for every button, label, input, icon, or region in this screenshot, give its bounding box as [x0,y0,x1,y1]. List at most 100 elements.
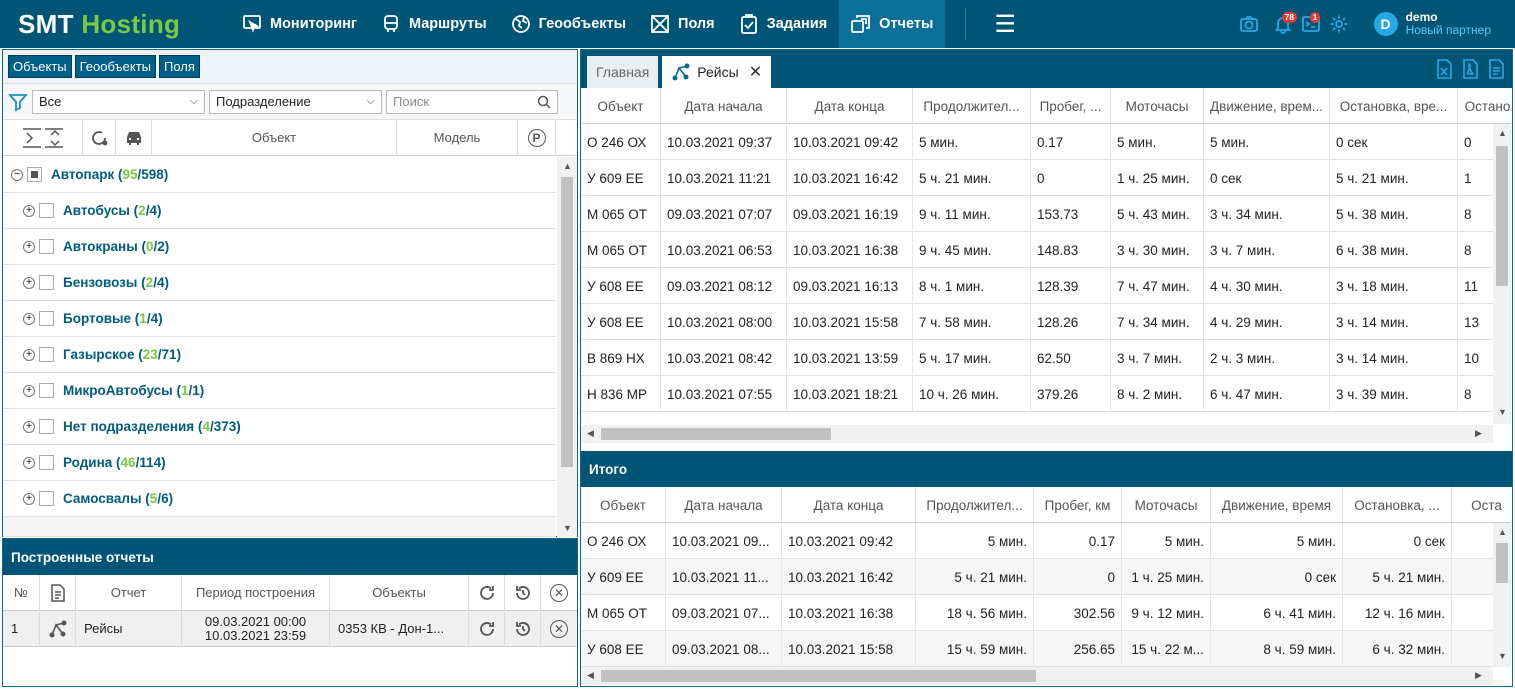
tree-group[interactable]: + Автобусы (2/4) [3,193,556,229]
table-row[interactable]: О 246 ОХ 10.03.2021 09... 10.03.2021 09:42… [581,523,1511,559]
tree-group[interactable]: + Бензовозы (2/4) [3,265,556,301]
terminal-icon[interactable]: 1 [1298,11,1324,37]
expand-icon[interactable]: + [23,204,35,217]
scrollbar-thumb[interactable] [1496,146,1508,286]
search-input[interactable]: Поиск [386,89,558,114]
trips-vertical-scrollbar[interactable]: ▲ ▼ [1493,124,1511,424]
logo[interactable]: SMT Hosting [0,9,230,40]
checkbox[interactable] [39,383,54,398]
column-header[interactable]: Дата начала [661,88,787,124]
refresh-all-icon[interactable] [469,574,505,611]
expand-icon[interactable]: + [23,312,35,325]
column-header[interactable]: Продолжител... [913,88,1031,124]
table-row[interactable]: У 609 ЕЕ 10.03.2021 11:21 10.03.2021 16:42… [581,160,1511,196]
scroll-right-icon[interactable]: ▶ [1475,670,1482,681]
car-icon[interactable] [116,119,152,156]
tree-group[interactable]: + Бортовые (1/4) [3,301,556,337]
scrollbar-thumb[interactable] [561,177,573,467]
expand-icon[interactable]: + [23,240,35,253]
division-select[interactable]: Подразделение ⌵ [209,89,382,114]
column-header[interactable]: Остано [1458,88,1511,124]
close-all-icon[interactable]: ✕ [541,575,577,611]
scroll-down-icon[interactable]: ▼ [563,523,572,533]
rebuild-icon[interactable] [469,610,505,647]
close-tab-icon[interactable]: ✕ [749,62,762,82]
checkbox[interactable] [27,167,42,182]
column-header[interactable]: Пробег, км [1034,487,1122,523]
excel-export-icon[interactable] [1434,59,1454,79]
status-select[interactable]: Все ⌵ [32,89,205,114]
nav-field[interactable]: Поля [638,0,727,48]
scroll-right-icon[interactable]: ▶ [1475,428,1482,439]
tree-group[interactable]: + Газырское (23/71) [3,337,556,373]
column-header[interactable]: Остановка, ... [1343,487,1452,523]
pdf-export-icon[interactable] [1460,59,1480,79]
delete-report-icon[interactable]: ✕ [541,611,577,647]
expand-collapse-icon[interactable] [3,119,83,156]
tab-fields[interactable]: Поля [159,55,200,78]
column-header[interactable]: Движение, врем... [1204,88,1330,124]
table-row[interactable]: У 608 ЕЕ 09.03.2021 08:12 09.03.2021 16:13… [581,268,1511,304]
tree-group[interactable]: + Нет подразделения (4/373) [3,409,556,445]
refresh-status-icon[interactable] [83,119,116,156]
checkbox[interactable] [39,275,54,290]
gear-icon[interactable] [1326,11,1352,37]
expand-icon[interactable]: + [23,456,35,469]
scrollbar-thumb[interactable] [1496,543,1508,583]
checkbox[interactable] [39,311,54,326]
collapse-icon[interactable]: − [11,168,23,181]
table-row[interactable]: О 246 ОХ 10.03.2021 09:37 10.03.2021 09:42… [581,124,1511,160]
column-header[interactable]: Объект [581,88,661,124]
column-header[interactable]: Оста [1452,487,1511,523]
scroll-down-icon[interactable]: ▼ [1498,407,1507,417]
column-header[interactable]: Продолжител... [916,487,1034,523]
text-export-icon[interactable] [1486,59,1506,79]
tree-group[interactable]: + Самосвалы (5/6) [3,481,556,517]
scroll-up-icon[interactable]: ▲ [563,161,572,171]
column-header[interactable]: Дата конца [782,487,916,523]
column-header[interactable]: Движение, время [1211,487,1343,523]
totals-horizontal-scrollbar[interactable]: ◀ ▶ [581,667,1493,685]
scroll-left-icon[interactable]: ◀ [587,428,594,439]
tree-group[interactable]: + МикроАвтобусы (1/1) [3,373,556,409]
column-header[interactable]: Дата начала [666,487,782,523]
bell-icon[interactable]: 78 [1270,11,1298,37]
history-icon[interactable] [505,610,541,647]
table-row[interactable]: М 065 ОТ 09.03.2021 07:07 09.03.2021 16:19… [581,196,1511,232]
scroll-up-icon[interactable]: ▲ [1498,527,1507,537]
history-icon[interactable] [505,574,541,611]
expand-icon[interactable]: + [23,348,35,361]
table-row[interactable]: У 608 ЕЕ 09.03.2021 08... 10.03.2021 15:58… [581,631,1511,667]
checkbox[interactable] [39,347,54,362]
expand-icon[interactable]: + [23,384,35,397]
checkbox[interactable] [39,491,54,506]
checkbox[interactable] [39,455,54,470]
camera-icon[interactable] [1236,11,1262,37]
scroll-down-icon[interactable]: ▼ [1498,651,1507,661]
expand-icon[interactable]: + [23,492,35,505]
scroll-up-icon[interactable]: ▲ [1498,128,1507,138]
tab-main[interactable]: Главная [587,56,659,88]
built-report-row[interactable]: 1 Рейсы 09.03.2021 00:00 10.03.2021 23:59… [3,610,577,647]
avatar[interactable]: D [1373,12,1398,36]
nav-reports[interactable]: Отчеты [839,0,946,48]
hamburger-menu-icon[interactable]: ☰ [986,0,1024,48]
checkbox[interactable] [39,239,54,254]
column-header[interactable]: Моточасы [1111,88,1204,124]
nav-clipboard[interactable]: Задания [727,0,840,48]
table-row[interactable]: У 608 ЕЕ 10.03.2021 08:00 10.03.2021 15:58… [581,304,1511,340]
tab-geoobjects[interactable]: Геообъекты [74,55,156,78]
nav-bus[interactable]: Маршруты [369,0,499,48]
scrollbar-thumb[interactable] [601,428,831,440]
table-row[interactable]: У 609 ЕЕ 10.03.2021 11... 10.03.2021 16:42… [581,559,1511,595]
nav-monitor[interactable]: Мониторинг [230,0,369,48]
tree-group[interactable]: + Автокраны (0/2) [3,229,556,265]
expand-icon[interactable]: + [23,276,35,289]
user-info[interactable]: demo Новый партнер [1406,11,1491,37]
column-header[interactable]: Остановка, вре... [1330,88,1458,124]
tree-group[interactable]: + Родина (46/114) [3,445,556,481]
column-header[interactable]: Объект [581,487,666,523]
scrollbar-thumb[interactable] [601,670,1036,682]
tree-root[interactable]: − Автопарк (95/598) [3,157,556,193]
col-model[interactable]: Модель [397,119,518,156]
